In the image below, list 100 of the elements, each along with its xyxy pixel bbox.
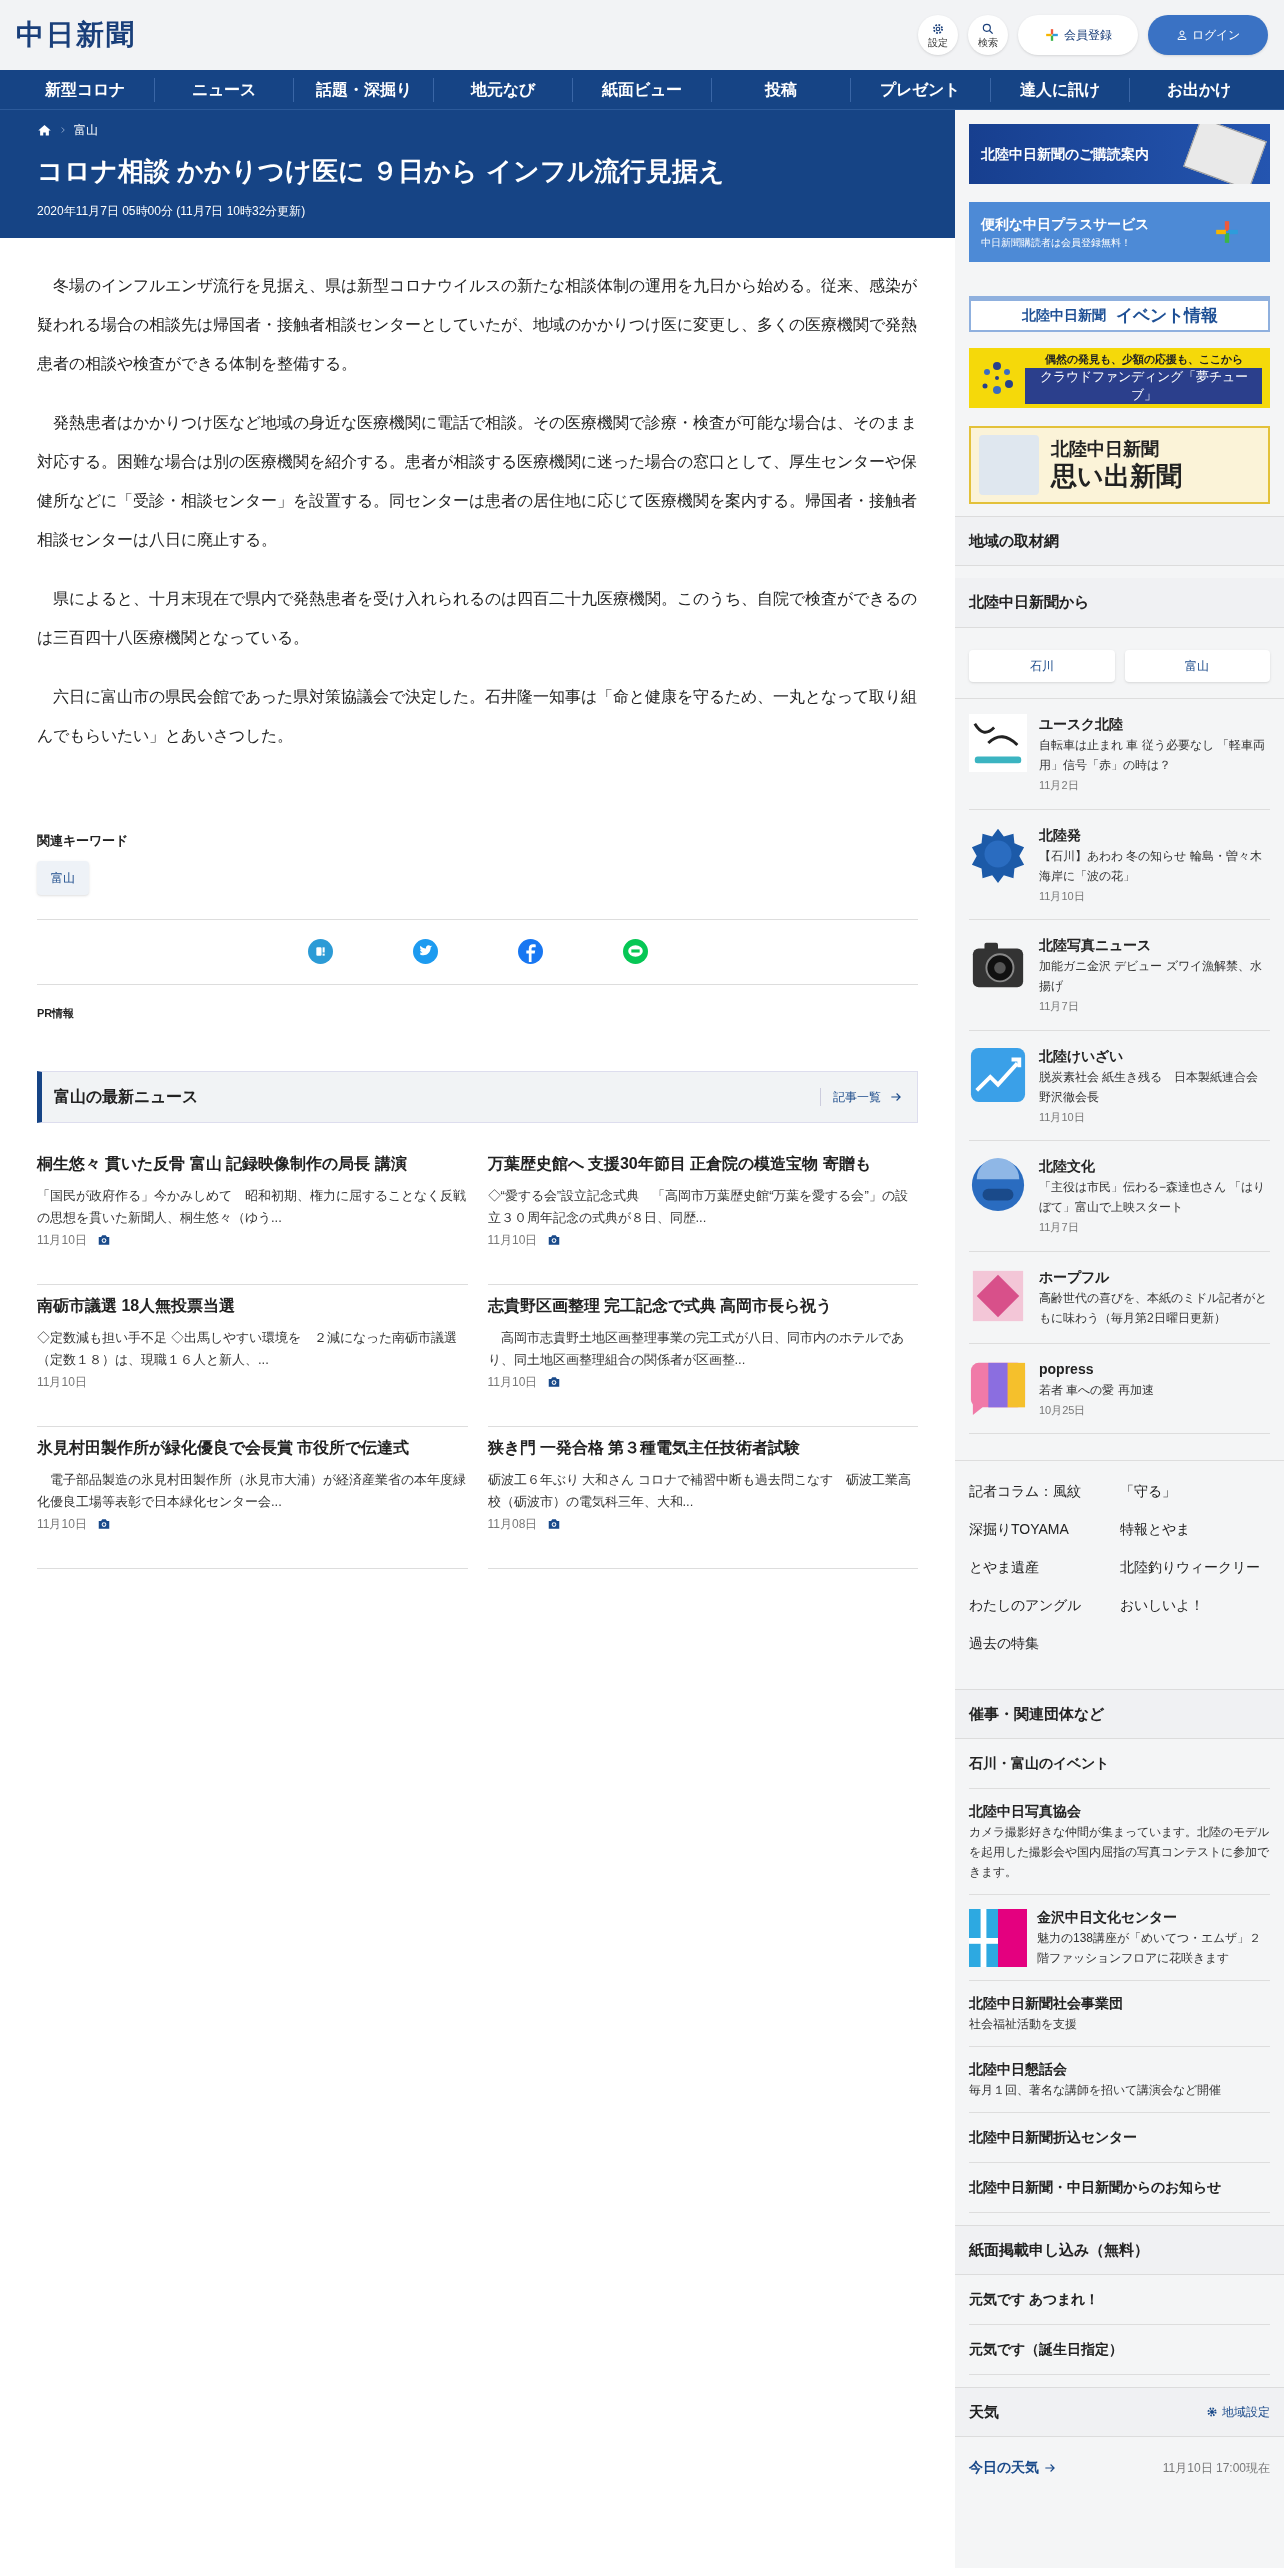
more-link[interactable]: 記事一覧 (820, 1088, 903, 1106)
submission-link[interactable]: 元気です あつまれ！ (969, 2275, 1270, 2325)
news-title[interactable]: 氷見村田製作所が緑化優良で会長賞 市役所で伝達式 (37, 1437, 468, 1459)
feature-link[interactable]: わたしのアングル (969, 1593, 1120, 1617)
home-icon[interactable] (37, 122, 52, 138)
feature-item[interactable]: ユースク北陸 自転車は止まれ 車 従う必要なし 「軽車両用」信号「赤」の時は？ 11月2日 (969, 699, 1270, 810)
news-title[interactable]: 桐生悠々 貫いた反骨 富山 記録映像制作の局長 講演 (37, 1153, 468, 1175)
news-date: 11月10日 (487, 1232, 538, 1249)
plus-icon (1214, 219, 1240, 245)
nav-link[interactable]: プレゼント (850, 77, 990, 102)
article-timestamp: 2020年11月7日 05時00分 (11月7日 10時32分更新) (37, 203, 307, 220)
organization-description: カメラ撮影好きな仲間が集まっています。北陸のモデルを起用した撮影会や国内屈指の写真コンテストに参加できます。 (969, 1824, 1270, 1881)
crowdfunding-banner[interactable]: 偶然の発見も、少額の応援も、ここから クラウドファンディング「夢チューブ」 (969, 348, 1270, 408)
facebook-icon[interactable] (517, 939, 543, 964)
pr-label: PR情報 (37, 1005, 76, 1021)
bookmark-icon[interactable] (307, 939, 333, 964)
feature-logo-icon (969, 1156, 1027, 1214)
news-date: 11月10日 (37, 1232, 87, 1249)
nav-link[interactable]: ニュース (154, 77, 294, 102)
plus-service-banner[interactable]: 便利な中日プラスサービス 中日新聞購読者は会員登録無料！ (969, 202, 1270, 262)
feature-date: 10月25日 (1039, 1402, 1087, 1418)
organization-name: 北陸中日懇話会 (969, 2060, 1068, 2079)
feature-link[interactable]: 特報とやま (1119, 1517, 1270, 1541)
news-summary: ◇定数減も担い手不足 ◇出馬しやすい環境を ２減になった南砺市議選（定数１８）は、現職１６人と新人、... (37, 1329, 458, 1369)
organization-item[interactable]: 北陸中日新聞・中日新聞からのお知らせ (969, 2163, 1270, 2213)
nav-link[interactable]: お出かけ (1128, 77, 1268, 102)
organization-item[interactable]: 北陸中日写真協会 カメラ撮影好きな仲間が集まっています。北陸のモデルを起用した撮影会や国内屈指の写真コンテストに参加できます。 (969, 1789, 1270, 1895)
feature-logo-icon (969, 1045, 1027, 1104)
news-card[interactable]: 万葉歴史館へ 支援30年節目 正倉院の模造宝物 寄贈も ◇“愛する会”設立記念式典 「高岡市万葉歴史館“万葉を愛する会”」の設立３０周年記念の式典が８日、同歴... 11月10日 (487, 1143, 918, 1285)
settings-icon (1206, 2406, 1218, 2418)
article-paragraph: 六日に富山市の県民会館であった県対策協議会で決定した。石井隆一知事は「命と健康を守るため、一丸となって取り組んでもらいたい」とあいさつした。 (37, 687, 918, 746)
feature-item[interactable]: 北陸写真ニュース 加能ガニ金沢 デビュー ズワイ漁解禁、水揚げ 11月7日 (969, 920, 1270, 1031)
feature-date: 11月10日 (1039, 888, 1086, 904)
feature-link[interactable]: おいしいよ！ (1119, 1593, 1270, 1617)
feature-link[interactable]: 深掘りTOYAMA (969, 1517, 1120, 1541)
feature-headline: 高齢世代の喜びを、本紙のミドル記者がともに味わう（毎月第2日曜日更新） (1039, 1289, 1268, 1327)
feature-link[interactable]: 北陸釣りウィークリー (1119, 1555, 1270, 1579)
feature-name: 北陸けいざい (1039, 1046, 1124, 1066)
event-info-banner[interactable]: 北陸中日新聞 イベント情報 (969, 296, 1270, 332)
feature-item[interactable]: 北陸発 【石川】あわわ 冬の知らせ 輪島・曽々木海岸に「波の花」 11月10日 (969, 809, 1270, 920)
organization-item[interactable]: 北陸中日新聞社会事業団 社会福祉活動を支援 (969, 1981, 1270, 2047)
nav-link[interactable]: 紙面ビュー (571, 77, 712, 102)
region-tab[interactable]: 富山 (1124, 650, 1270, 682)
feature-link[interactable]: 「守る」 (1119, 1479, 1270, 1503)
news-date: 11月08日 (487, 1516, 538, 1533)
culture-center-logo-icon (969, 1908, 1027, 1967)
feature-headline: 若者 車への愛 再加速 (1039, 1381, 1154, 1399)
nav-link[interactable]: 地元なび (432, 77, 572, 102)
news-date: 11月10日 (37, 1516, 87, 1533)
feature-date: 11月10日 (1039, 1109, 1086, 1125)
region-settings-link[interactable]: 地域設定 (1206, 2403, 1270, 2421)
nav-link[interactable]: 達人に訊け (989, 77, 1129, 102)
breadcrumb-link[interactable]: 富山 (74, 121, 98, 139)
feature-date: 11月7日 (1039, 1220, 1080, 1235)
news-summary: 砺波工６年ぶり 大和さん コロナで補習中断も過去問こなす 砺波工業高校（砺波市）の電気科三年、大和... (487, 1471, 912, 1511)
news-card[interactable]: 南砺市議選 18人無投票当選 ◇定数減も担い手不足 ◇出馬しやすい環境を ２減になった南砺市議選（定数１８）は、現職１６人と新人、... 11月10日 (37, 1285, 468, 1427)
keyword-tag[interactable]: 富山 (37, 860, 89, 895)
news-title[interactable]: 志貴野区画整理 完工記念で式典 高岡市長ら祝う (487, 1295, 918, 1317)
organization-item[interactable]: 石川・富山のイベント (969, 1739, 1270, 1789)
news-title[interactable]: 南砺市議選 18人無投票当選 (37, 1295, 468, 1317)
feature-item[interactable]: ホープフル 高齢世代の喜びを、本紙のミドル記者がともに味わう（毎月第2日曜日更新） (969, 1251, 1270, 1344)
bird-icon[interactable] (412, 939, 438, 964)
news-card[interactable]: 狭き門 一発合格 第３種電気主任技術者試験 砺波工６年ぶり 大和さん コロナで補習中断も過去問こなす 砺波工業高校（砺波市）の電気科三年、大和... 11月08日 (487, 1427, 918, 1569)
chat-bubble-icon[interactable] (622, 939, 648, 964)
subscription-banner[interactable]: 北陸中日新聞のご購読案内 (969, 124, 1270, 184)
organization-item[interactable]: 北陸中日新聞折込センター (969, 2113, 1270, 2163)
news-card[interactable]: 桐生悠々 貫いた反骨 富山 記録映像制作の局長 講演 「国民が政府作る」今かみしめて 昭和初期、権力に屈することなく反戦の思想を貫いた新聞人、桐生悠々（ゆう... 11月10日 (37, 1143, 468, 1285)
feature-headline: 【石川】あわわ 冬の知らせ 輪島・曽々木海岸に「波の花」 (1039, 847, 1263, 885)
feature-item[interactable]: 北陸文化 「主役は市民」伝わる−森達也さん 「はりぼて」富山で上映スタート 11月7日 (969, 1141, 1270, 1252)
feature-item[interactable]: 北陸けいざい 脱炭素社会 紙生き残る 日本製紙連合会野沢徹会長 11月10日 (969, 1030, 1270, 1141)
feature-name: ホープフル (1039, 1267, 1110, 1287)
news-card[interactable]: 志貴野区画整理 完工記念で式典 高岡市長ら祝う 高岡市志貴野土地区画整理事業の完工式が八日、同市内のホテルであり、同土地区画整理組合の関係者が区画整... 11月10日 (487, 1285, 918, 1427)
region-tab[interactable]: 石川 (969, 650, 1115, 682)
feature-logo-icon (969, 714, 1027, 772)
organization-item[interactable]: 金沢中日文化センター 魅力の138講座が「めいてつ・エムザ」２階ファッションフロアに花咲きます (969, 1895, 1270, 1981)
nav-link[interactable]: 投稿 (711, 77, 851, 102)
search-button[interactable]: 検索 (968, 15, 1008, 55)
news-title[interactable]: 狭き門 一発合格 第３種電気主任技術者試験 (487, 1437, 918, 1459)
feature-link[interactable]: 過去の特集 (969, 1631, 1120, 1655)
nav-link[interactable]: 新型コロナ (16, 77, 155, 102)
section-heading: 北陸中日新聞から (955, 578, 1284, 628)
memories-banner[interactable]: 北陸中日新聞 思い出新聞 (969, 426, 1270, 504)
section-heading: 地域の取材網 (955, 516, 1284, 566)
register-button[interactable]: 会員登録 (1018, 15, 1138, 55)
feature-link[interactable]: 記者コラム：風紋 (969, 1479, 1120, 1503)
feature-headline: 脱炭素社会 紙生き残る 日本製紙連合会野沢徹会長 (1039, 1068, 1260, 1106)
organization-item[interactable]: 北陸中日懇話会 毎月１回、著名な講師を招いて講演会など開催 (969, 2047, 1270, 2113)
today-weather-link[interactable]: 今日の天気 (969, 2457, 1057, 2478)
organization-name: 北陸中日新聞社会事業団 (969, 1994, 1123, 2013)
login-button[interactable]: ログイン (1148, 15, 1268, 55)
feature-link[interactable]: とやま遺産 (969, 1555, 1120, 1579)
settings-button[interactable]: 設定 (918, 15, 958, 55)
site-logo[interactable]: 中日新聞 (16, 14, 136, 56)
submission-link[interactable]: 元気です（誕生日指定） (969, 2325, 1270, 2375)
nav-link[interactable]: 話題・深掘り (293, 77, 433, 102)
organization-name: 北陸中日写真協会 (969, 1802, 1082, 1821)
camera-icon (547, 1375, 562, 1389)
feature-item[interactable]: popress 若者 車への愛 再加速 10月25日 (969, 1343, 1270, 1434)
news-title[interactable]: 万葉歴史館へ 支援30年節目 正倉院の模造宝物 寄贈も (487, 1153, 918, 1175)
news-card[interactable]: 氷見村田製作所が緑化優良で会長賞 市役所で伝達式 電子部品製造の氷見村田製作所（氷見市大浦）が経済産業省の本年度緑化優良工場等表彰で日本緑化センター会... 11月10日 (37, 1427, 468, 1569)
